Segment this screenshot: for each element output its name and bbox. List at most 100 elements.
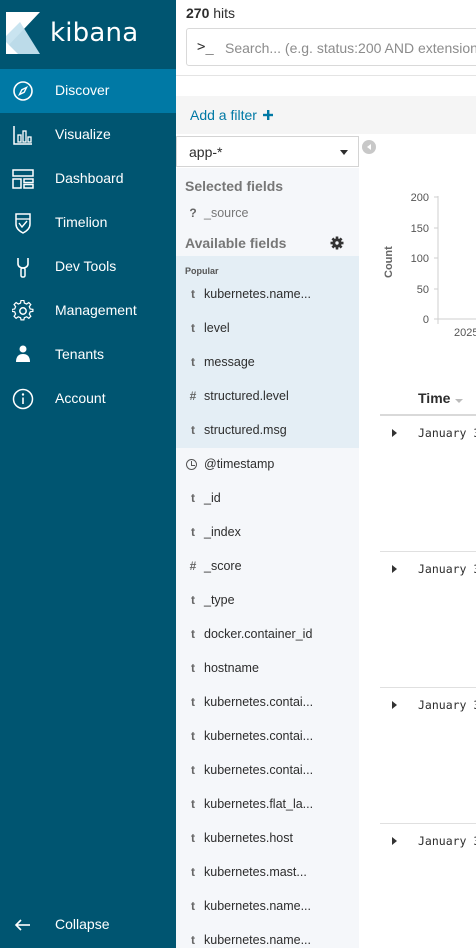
selected-fields-title: Selected fields	[185, 178, 284, 194]
field-settings-gear-icon[interactable]	[330, 236, 344, 250]
search-bar: >_	[186, 28, 476, 66]
field-name: kubernetes.contai...	[204, 695, 314, 709]
sort-caret-icon[interactable]	[455, 399, 463, 403]
field-row[interactable]: t hostname	[176, 652, 359, 686]
nav-label: Dev Tools	[55, 258, 117, 274]
field-type-icon: #	[189, 389, 197, 403]
nav-label: Tenants	[55, 346, 105, 362]
field-name: kubernetes.name...	[204, 933, 312, 947]
field-name: _type	[204, 593, 235, 607]
field-name: structured.msg	[204, 423, 287, 437]
query-prompt-icon: >_	[197, 39, 214, 55]
field-row[interactable]: t kubernetes.contai...	[176, 686, 359, 720]
field-name: @timestamp	[204, 457, 275, 471]
time-column-header[interactable]: Time	[418, 390, 450, 406]
expand-row-icon[interactable]	[392, 565, 397, 573]
clock-icon	[186, 459, 197, 470]
expand-row-icon[interactable]	[392, 429, 397, 437]
field-type-icon: #	[189, 559, 197, 573]
field-name: _score	[204, 559, 242, 573]
table-row: January 3	[380, 824, 476, 948]
hits-count: 270 hits	[186, 5, 235, 21]
nav-management[interactable]: Management	[0, 289, 176, 333]
plus-icon	[262, 110, 273, 120]
expand-row-icon[interactable]	[392, 837, 397, 845]
field-type-icon: t	[191, 525, 195, 539]
index-pattern-select[interactable]: app-*	[176, 136, 359, 167]
time-cell: January 3	[418, 562, 476, 576]
field-name: kubernetes.contai...	[204, 763, 314, 777]
field-name: _source	[204, 206, 249, 220]
field-name: kubernetes.name...	[204, 287, 312, 301]
user-icon	[16, 345, 30, 362]
field-type-icon: t	[191, 695, 195, 709]
field-type-icon: t	[191, 593, 195, 607]
field-name: structured.level	[204, 389, 289, 403]
field-row[interactable]: t kubernetes.mast...	[176, 856, 359, 890]
field-row[interactable]: t kubernetes.host	[176, 822, 359, 856]
collapse-button[interactable]: Collapse	[0, 903, 176, 947]
field-row[interactable]: t message	[176, 346, 359, 380]
field-row[interactable]: t kubernetes.name...	[176, 278, 359, 312]
kibana-logo[interactable]: kibana	[0, 0, 176, 69]
nav-label: Discover	[55, 82, 110, 98]
field-row[interactable]: t _type	[176, 584, 359, 618]
nav-timelion[interactable]: Timelion	[0, 201, 176, 245]
time-cell: January 3	[418, 426, 476, 440]
add-filter-label: Add a filter	[190, 107, 257, 123]
field-type-icon: t	[191, 899, 195, 913]
hits-suffix: hits	[213, 5, 236, 21]
search-input[interactable]	[225, 37, 476, 59]
nav-tenants[interactable]: Tenants	[0, 333, 176, 377]
field-row[interactable]: t _id	[176, 482, 359, 516]
field-row[interactable]: t docker.container_id	[176, 618, 359, 652]
caret-down-icon	[340, 150, 348, 155]
field-name: docker.container_id	[204, 627, 313, 641]
field-row[interactable]: t kubernetes.flat_la...	[176, 788, 359, 822]
histogram: 200 150 100 50 0 2025	[411, 192, 476, 339]
nav-label: Timelion	[55, 214, 108, 230]
nav-visualize[interactable]: Visualize	[0, 113, 176, 157]
nav-dev-tools[interactable]: Dev Tools	[0, 245, 176, 289]
selected-field-source[interactable]: ? _source	[176, 197, 359, 231]
field-row[interactable]: t kubernetes.name...	[176, 924, 359, 948]
field-row[interactable]: # structured.level	[176, 380, 359, 414]
y-tick-label: 150	[411, 223, 429, 235]
wrench-icon	[17, 258, 29, 278]
field-row[interactable]: t kubernetes.contai...	[176, 720, 359, 754]
field-row[interactable]: @timestamp	[176, 448, 359, 482]
field-row[interactable]: t level	[176, 312, 359, 346]
expand-row-icon[interactable]	[392, 701, 397, 709]
field-row[interactable]: # _score	[176, 550, 359, 584]
nav-label: Visualize	[55, 126, 111, 142]
field-name: level	[204, 321, 230, 335]
field-row[interactable]: t _index	[176, 516, 359, 550]
arrow-left-icon	[14, 919, 30, 931]
nav-dashboard[interactable]: Dashboard	[0, 157, 176, 201]
nav-account[interactable]: Account	[0, 377, 176, 421]
dashboard-icon	[12, 169, 34, 189]
app-name: kibana	[50, 18, 139, 48]
field-type-icon: t	[191, 321, 195, 335]
field-type-icon: t	[191, 865, 195, 879]
field-name: kubernetes.mast...	[204, 865, 307, 879]
field-type-icon: t	[191, 661, 195, 675]
nav-label: Account	[55, 390, 106, 406]
popular-label: Popular	[185, 266, 219, 276]
field-row[interactable]: t kubernetes.name...	[176, 890, 359, 924]
nav-label: Dashboard	[55, 170, 124, 186]
table-row: January 3	[380, 552, 476, 688]
table-row: January 3	[380, 688, 476, 824]
available-fields-title: Available fields	[185, 235, 287, 251]
field-type-icon: t	[191, 831, 195, 845]
divider	[176, 75, 476, 76]
nav-discover[interactable]: Discover	[0, 69, 176, 113]
field-name: message	[204, 355, 255, 369]
add-filter-button[interactable]: Add a filter	[190, 107, 273, 123]
field-row[interactable]: t kubernetes.contai...	[176, 754, 359, 788]
y-tick-label: 200	[411, 192, 429, 204]
collapse-sidebar-chevron-icon[interactable]	[362, 140, 376, 154]
field-row[interactable]: t structured.msg	[176, 414, 359, 448]
field-type-icon: t	[191, 729, 195, 743]
field-name: _id	[204, 491, 221, 505]
